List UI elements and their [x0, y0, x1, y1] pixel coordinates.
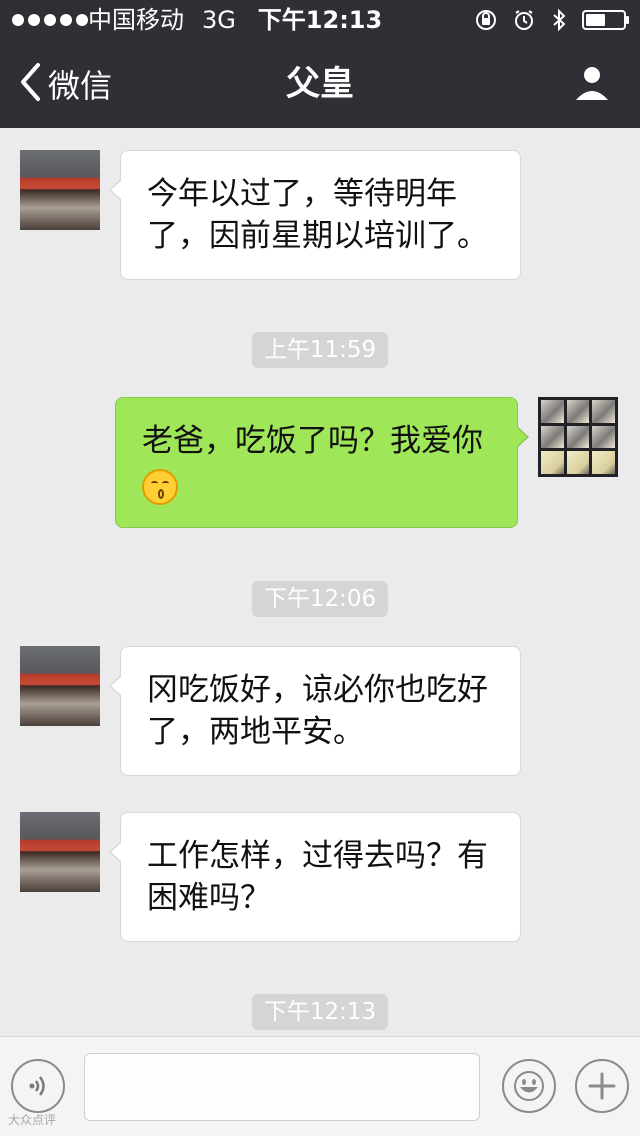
nav-bar: 微信 父皇 — [0, 40, 640, 128]
watermark-text: 大众点评 — [8, 1113, 57, 1127]
message-list[interactable]: 今年以过了，等待明年了，因前星期以培训了。 上午11:59 老爸，吃饭了吗？我爱… — [0, 128, 640, 1036]
message-text: 今年以过了，等待明年了，因前星期以培训了。 — [147, 176, 488, 254]
orientation-lock-icon — [474, 8, 498, 32]
profile-icon — [572, 67, 612, 106]
alarm-icon — [512, 8, 536, 32]
emoji-button[interactable] — [502, 1059, 556, 1113]
timestamp: 下午12:13 — [251, 994, 389, 1030]
chat-title: 父皇 — [286, 64, 354, 104]
emoji-smile-icon — [510, 1069, 548, 1103]
my-avatar[interactable] — [538, 397, 618, 477]
battery-icon — [582, 9, 630, 31]
message-bubble-incoming[interactable]: 工作怎样，过得去吗？有困难吗？ — [109, 812, 521, 942]
message-bubble-incoming[interactable]: 今年以过了，等待明年了，因前星期以培训了。 — [109, 150, 521, 280]
status-icons — [474, 0, 630, 40]
message-bubble-outgoing[interactable]: 老爸，吃饭了吗？我爱你 — [115, 397, 529, 528]
message-text: 老爸，吃饭了吗？我爱你 — [142, 423, 483, 459]
message-bubble-incoming[interactable]: 冈吃饭好，谅必你也吃好了，两地平安。 — [109, 646, 521, 776]
more-button[interactable] — [575, 1059, 629, 1113]
timestamp: 下午12:06 — [251, 581, 389, 617]
wechat-chat-screen: 中国移动 3G 下午12:13 微信 父皇 今年以过了，等待明年了，因前星期以培… — [0, 0, 640, 1136]
voice-button[interactable] — [11, 1059, 65, 1113]
message-input[interactable] — [84, 1053, 480, 1121]
message-text: 工作怎样，过得去吗？有困难吗？ — [147, 838, 488, 916]
message-text: 冈吃饭好，谅必你也吃好了，两地平安。 — [147, 672, 488, 750]
voice-icon — [19, 1072, 57, 1100]
father-avatar[interactable] — [20, 646, 100, 726]
kissing-face-emoji-icon — [142, 468, 178, 505]
father-avatar[interactable] — [20, 150, 100, 230]
plus-icon — [583, 1071, 621, 1101]
status-bar: 中国移动 3G 下午12:13 — [0, 0, 640, 40]
input-bar: 大众点评 — [0, 1036, 640, 1136]
profile-button[interactable] — [572, 62, 612, 106]
top-bar: 中国移动 3G 下午12:13 微信 父皇 — [0, 0, 640, 128]
timestamp: 上午11:59 — [251, 332, 389, 368]
bluetooth-icon — [550, 8, 568, 32]
father-avatar[interactable] — [20, 812, 100, 892]
